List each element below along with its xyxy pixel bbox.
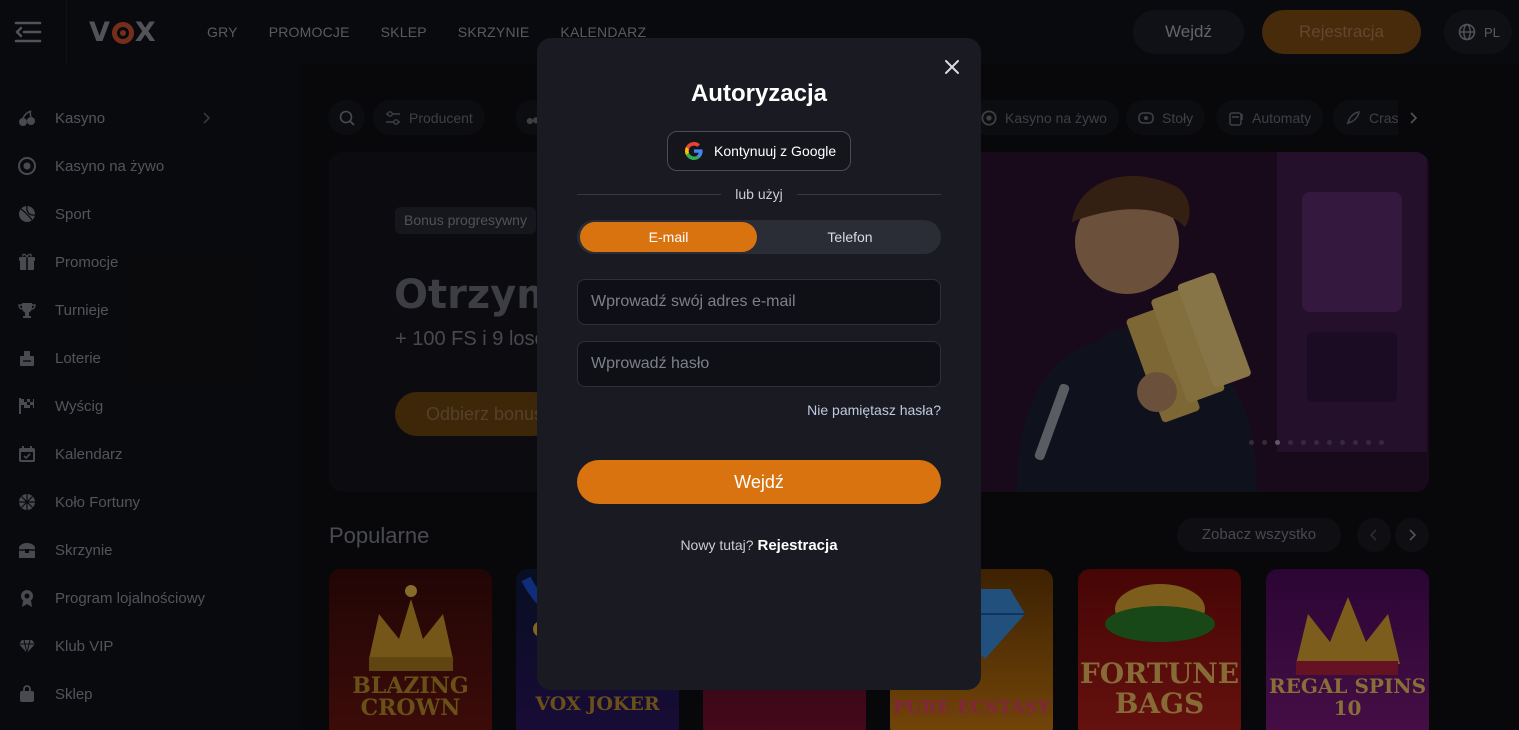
auth-modal: Autoryzacja Kontynuuj z Google lub użyj …: [537, 38, 981, 690]
email-field[interactable]: [577, 279, 941, 325]
tab-phone[interactable]: Telefon: [762, 222, 938, 252]
forgot-password-link[interactable]: Nie pamiętasz hasła?: [807, 402, 941, 418]
login-submit-button[interactable]: Wejdź: [577, 460, 941, 504]
close-icon[interactable]: [941, 56, 963, 78]
new-here-text: Nowy tutaj?: [680, 537, 754, 553]
register-prompt: Nowy tutaj? Rejestracja: [537, 537, 981, 554]
login-method-tabs: E-mail Telefon: [577, 220, 941, 254]
modal-title: Autoryzacja: [690, 80, 828, 107]
google-login-button[interactable]: Kontynuuj z Google: [667, 131, 851, 171]
divider-label: lub użyj: [721, 186, 797, 202]
register-link[interactable]: Rejestracja: [757, 537, 837, 554]
tab-email[interactable]: E-mail: [580, 222, 757, 252]
google-icon: [684, 141, 704, 161]
google-login-label: Kontynuuj z Google: [714, 143, 837, 159]
password-field[interactable]: [577, 341, 941, 387]
